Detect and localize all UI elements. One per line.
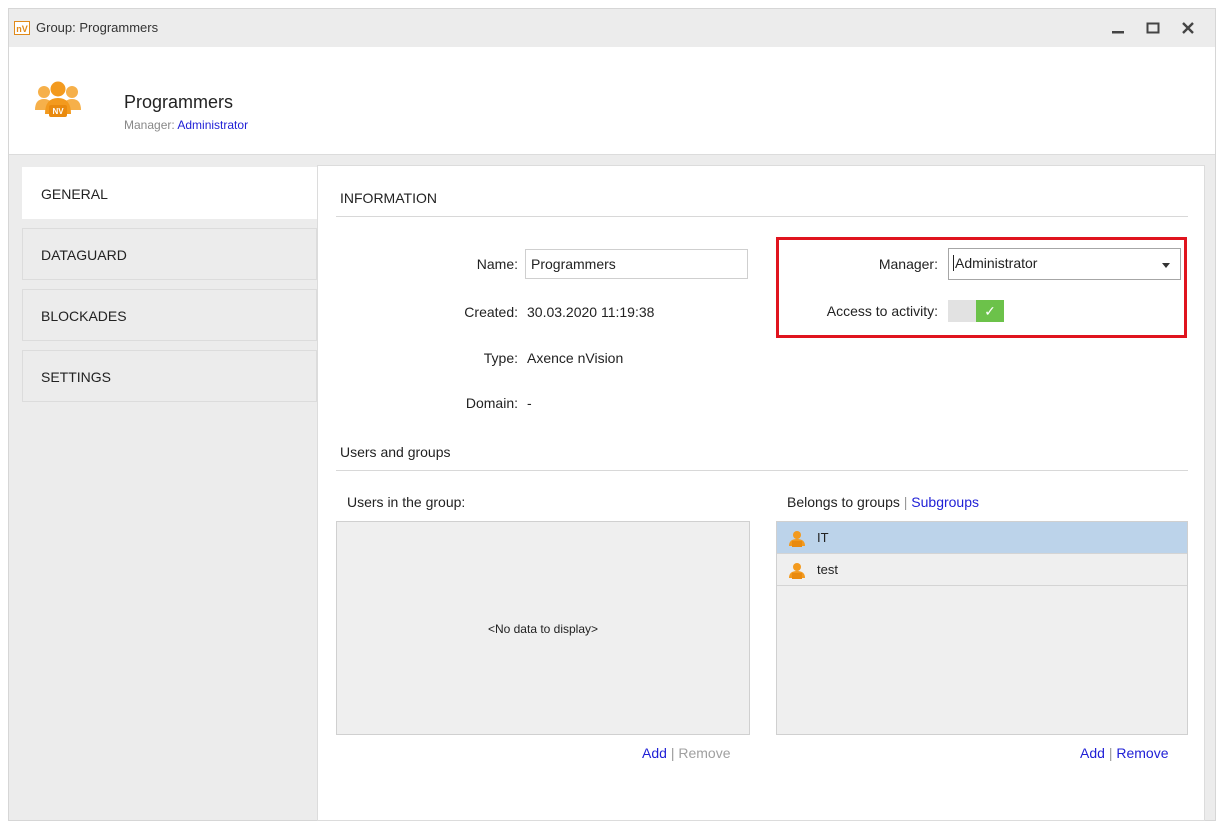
access-toggle[interactable]: ✓ [948,300,1004,322]
users-groups-divider [336,470,1188,471]
users-list[interactable]: <No data to display> [336,521,750,735]
users-remove-link[interactable]: Remove [678,745,730,761]
manager-select-value: Administrator [953,255,1038,271]
belongs-to-groups-header: Belongs to groups | Subgroups [787,494,979,510]
close-button[interactable] [1173,15,1203,41]
minimize-button[interactable] [1103,15,1133,41]
side-nav: GENERAL DATAGUARD BLOCKADES SETTINGS [22,167,317,411]
manager-select[interactable]: Administrator [948,248,1181,280]
nav-item-dataguard[interactable]: DATAGUARD [22,228,317,280]
group-users-icon: NV [34,80,82,123]
general-panel: INFORMATION Name: Created: 30.03.2020 11… [317,165,1205,821]
list-item[interactable]: test [777,554,1187,586]
access-label: Access to activity: [826,303,938,319]
groups-remove-link[interactable]: Remove [1116,745,1168,761]
created-value: 30.03.2020 11:19:38 [527,304,655,320]
group-name: Programmers [124,92,234,112]
check-icon: ✓ [976,300,1004,322]
toggle-track [948,300,976,322]
maximize-button[interactable] [1138,15,1168,41]
manager-label: Manager: [878,256,938,272]
type-label: Type: [483,350,518,366]
chevron-down-icon [1162,263,1170,268]
users-empty-text: <No data to display> [487,622,599,636]
users-actions: Add | Remove [642,745,730,761]
header-manager: Manager: Administrator [124,118,248,132]
group-window: nV Group: Programmers NV Programmers Man… [8,8,1216,821]
name-input[interactable] [525,249,748,279]
list-item-label: IT [817,530,829,545]
groups-add-link[interactable]: Add [1080,745,1105,761]
user-group-icon [787,562,807,583]
minimize-icon [1112,31,1124,34]
app-icon: nV [14,21,30,35]
information-title: INFORMATION [340,190,437,206]
users-actions-separator: | [670,745,675,761]
nav-item-blockades[interactable]: BLOCKADES [22,289,317,341]
close-icon [1182,22,1194,34]
header-manager-link[interactable]: Administrator [177,118,248,132]
domain-value: - [527,395,532,411]
group-icon-badge: NV [52,107,64,116]
information-divider [336,216,1188,217]
type-value: Axence nVision [527,350,624,366]
groups-list: IT test [776,521,1188,735]
groups-actions-separator: | [1108,745,1113,761]
nav-item-general[interactable]: GENERAL [22,167,317,219]
created-label: Created: [464,304,518,320]
belongs-separator: | [903,494,908,510]
users-add-link[interactable]: Add [642,745,667,761]
belongs-to-groups-label: Belongs to groups [787,494,900,510]
nav-item-settings[interactable]: SETTINGS [22,350,317,402]
list-item-label: test [817,562,838,577]
list-item[interactable]: IT [777,522,1187,554]
users-groups-title: Users and groups [340,444,451,460]
group-header: NV Programmers Manager: Administrator [9,47,1215,155]
domain-label: Domain: [465,395,518,411]
name-label: Name: [476,256,518,272]
window-title: Group: Programmers [36,20,159,35]
title-bar: nV Group: Programmers [9,9,1215,47]
subgroups-link[interactable]: Subgroups [911,494,979,510]
header-manager-label: Manager: [124,118,175,132]
maximize-icon [1146,22,1160,34]
user-group-icon [787,530,807,551]
users-in-group-label: Users in the group: [347,494,466,510]
groups-actions: Add | Remove [1080,745,1168,761]
